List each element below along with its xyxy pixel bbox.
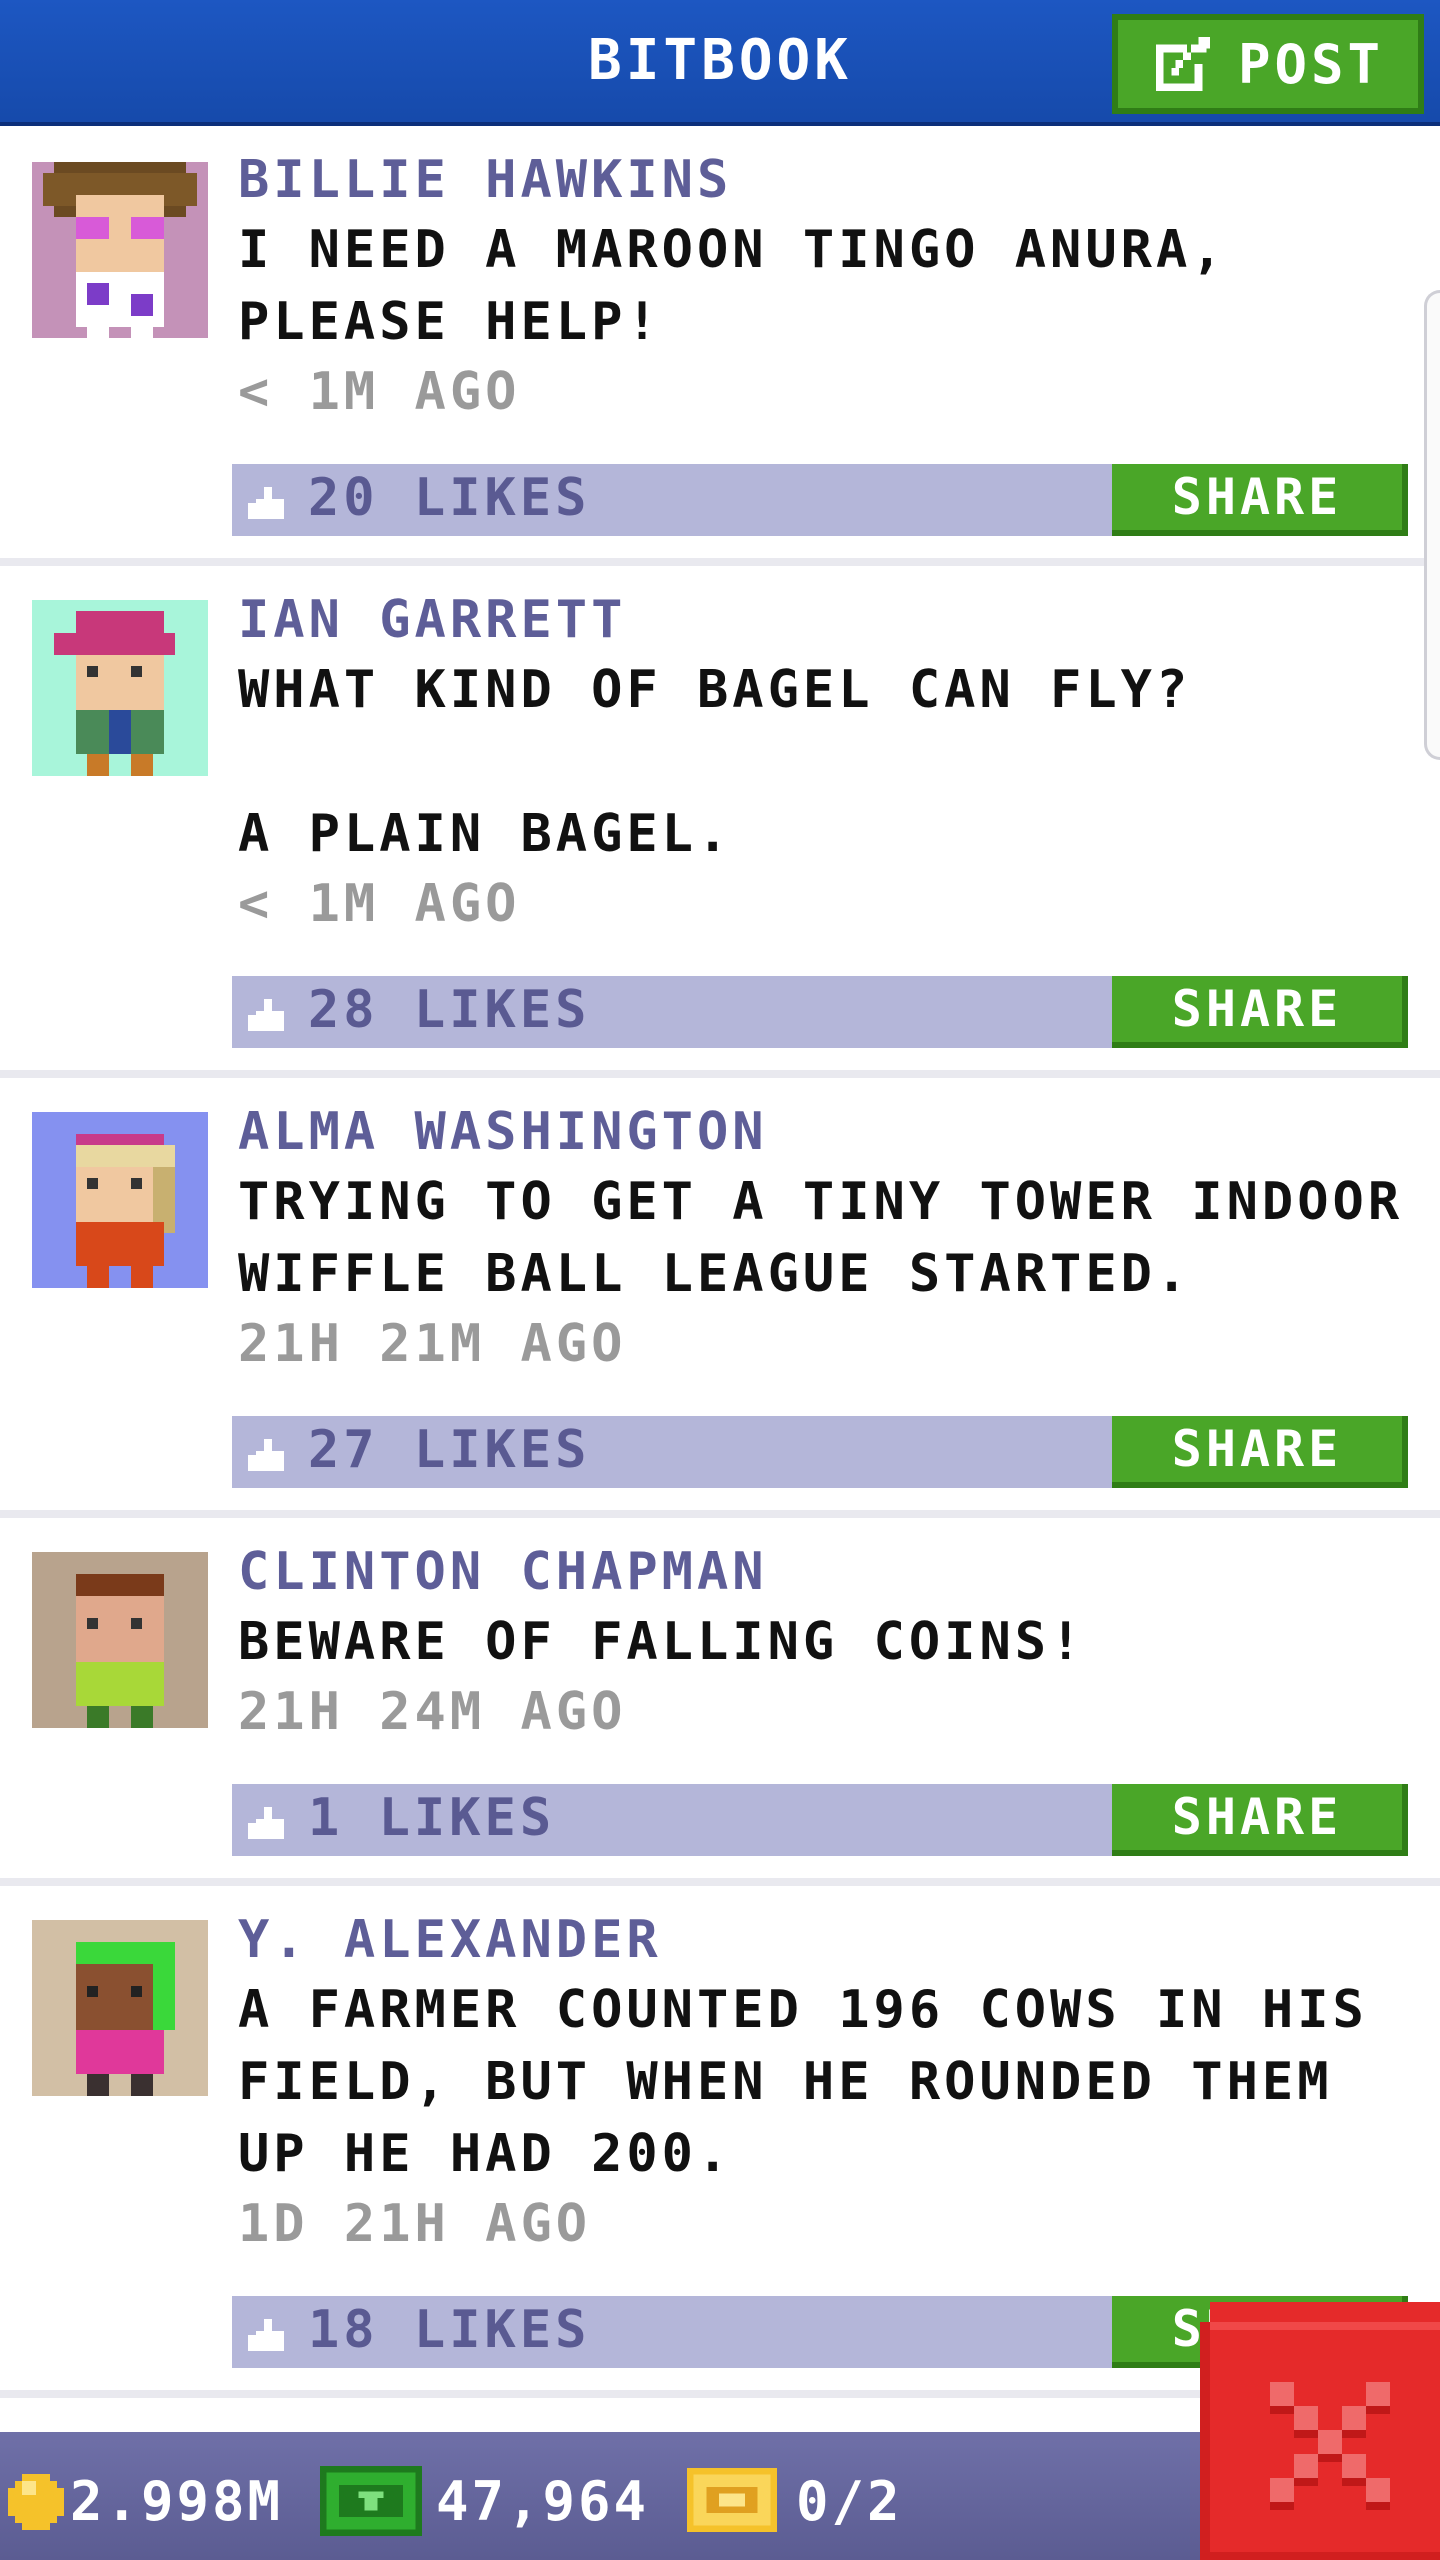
post-time: 21H 21M AGO <box>238 1314 627 1374</box>
post-time: 21H 24M AGO <box>238 1682 627 1742</box>
post-message: WHAT KIND OF BAGEL CAN FLY? A PLAIN BAGE… <box>238 660 1192 864</box>
post-time: < 1M AGO <box>238 874 521 934</box>
like-bar: 1 LIKES SHARE <box>232 1784 1408 1856</box>
coin-icon <box>8 2474 64 2530</box>
likes-count: 27 LIKES <box>308 1420 591 1480</box>
post-author: Y. ALEXANDER <box>238 1910 662 1970</box>
likes-count: 20 LIKES <box>308 468 591 528</box>
likes-count: 18 LIKES <box>308 2300 591 2360</box>
header-bar: BITBOOK POST <box>0 0 1440 126</box>
post-divider <box>0 1878 1440 1886</box>
post-author: BILLIE HAWKINS <box>238 150 733 210</box>
bux-count: 47,964 <box>436 2470 650 2533</box>
post-time: < 1M AGO <box>238 362 521 422</box>
post-time: 1D 21H AGO <box>238 2194 592 2254</box>
thumbs-up-icon[interactable] <box>248 486 284 520</box>
likes-count: 1 LIKES <box>308 1788 556 1848</box>
post-divider <box>0 558 1440 566</box>
post-button-label: POST <box>1237 32 1385 96</box>
post-message: BEWARE OF FALLING COINS! <box>238 1612 1086 1672</box>
thumbs-up-icon[interactable] <box>248 998 284 1032</box>
close-icon <box>1200 2302 1440 2560</box>
post-message: TRYING TO GET A TINY TOWER INDOOR WIFFLE… <box>238 1172 1439 1304</box>
like-bar: 28 LIKES SHARE <box>232 976 1408 1048</box>
avatar[interactable] <box>32 1112 208 1288</box>
avatar[interactable] <box>32 600 208 776</box>
thumbs-up-icon[interactable] <box>248 2318 284 2352</box>
share-button[interactable]: SHARE <box>1112 1416 1408 1488</box>
post-divider <box>0 1510 1440 1518</box>
avatar[interactable] <box>32 162 208 338</box>
post-divider <box>0 1070 1440 1078</box>
likes-count: 28 LIKES <box>308 980 591 1040</box>
coins-count: 2.998M <box>70 2470 284 2533</box>
thumbs-up-icon[interactable] <box>248 1438 284 1472</box>
post-author: ALMA WASHINGTON <box>238 1102 768 1162</box>
share-button[interactable]: SHARE <box>1112 464 1408 536</box>
post-author: CLINTON CHAPMAN <box>238 1542 768 1602</box>
post-message: A FARMER COUNTED 196 COWS IN HIS FIELD, … <box>238 1980 1404 2184</box>
ticket-icon <box>687 2468 777 2532</box>
post-button[interactable]: POST <box>1112 14 1424 114</box>
scrollbar[interactable] <box>1424 290 1440 760</box>
thumbs-up-icon[interactable] <box>248 1806 284 1840</box>
avatar[interactable] <box>32 1552 208 1728</box>
edit-icon <box>1155 36 1211 92</box>
bux-icon <box>320 2466 422 2536</box>
tickets-count: 0/2 <box>796 2470 903 2533</box>
like-bar: 27 LIKES SHARE <box>232 1416 1408 1488</box>
post-message: I NEED A MAROON TINGO ANURA, PLEASE HELP… <box>238 220 1262 352</box>
share-button[interactable]: SHARE <box>1112 1784 1408 1856</box>
share-button[interactable]: SHARE <box>1112 976 1408 1048</box>
close-button[interactable] <box>1200 2302 1440 2560</box>
post-author: IAN GARRETT <box>238 590 627 650</box>
avatar[interactable] <box>32 1920 208 2096</box>
like-bar: 20 LIKES SHARE <box>232 464 1408 536</box>
